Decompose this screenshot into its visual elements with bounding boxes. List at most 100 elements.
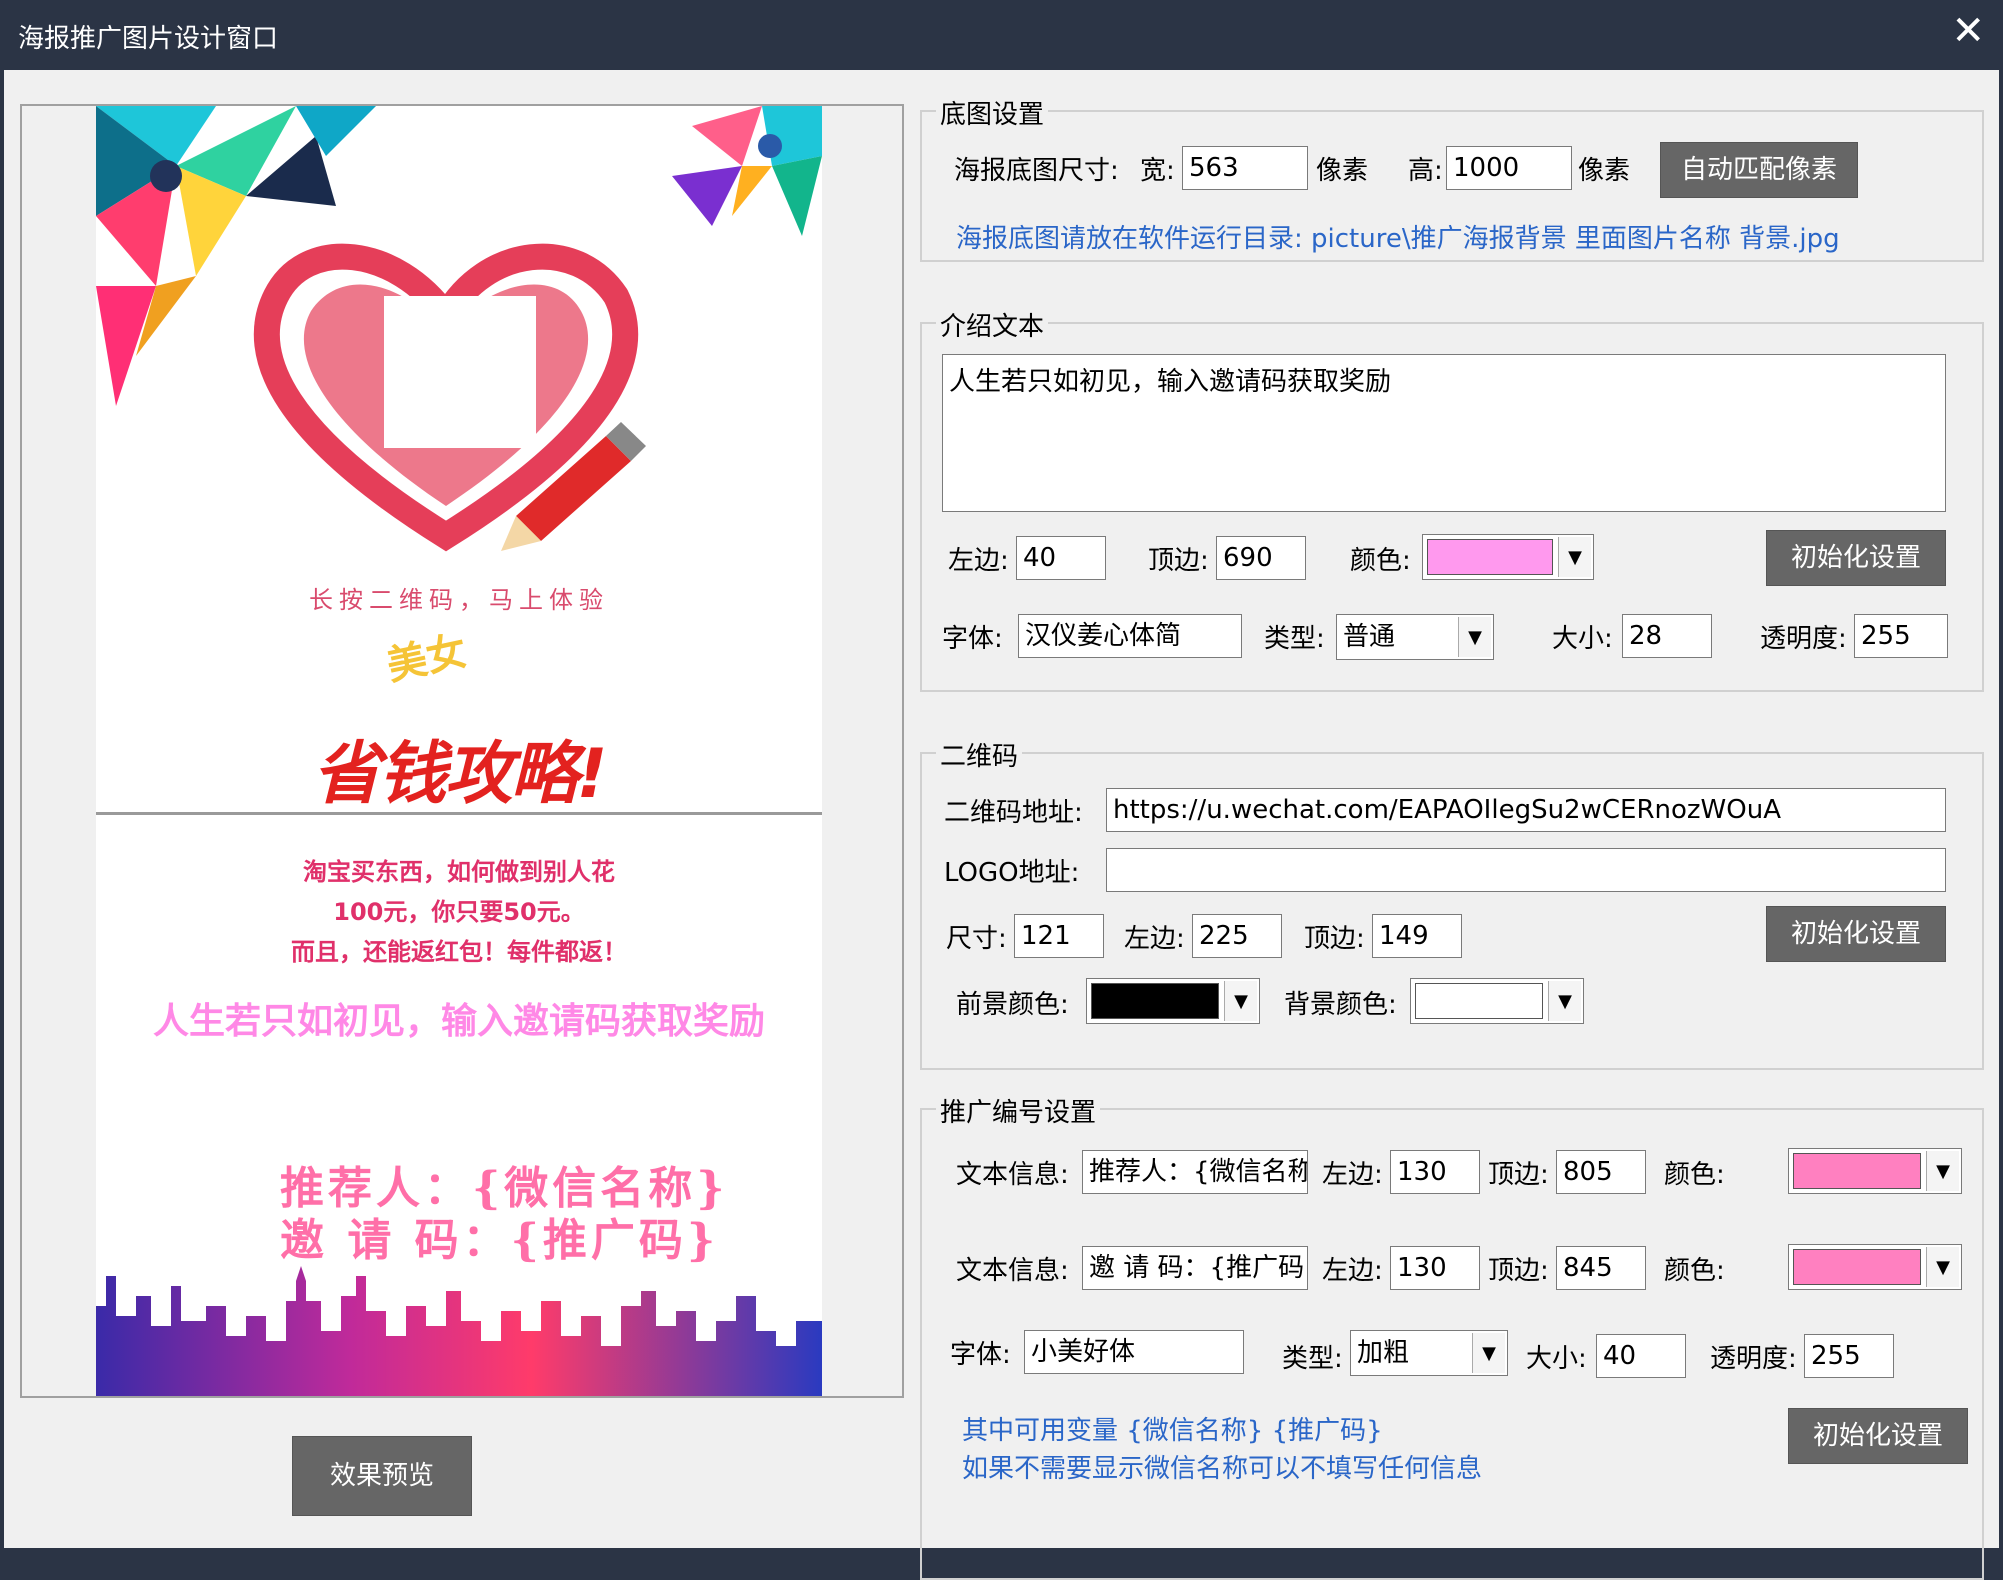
group-title: 底图设置 [936, 94, 1049, 131]
selected-type: 加粗 [1357, 1338, 1410, 1368]
top-label: 顶边: [1148, 546, 1209, 576]
top-label: 顶边: [1488, 1160, 1549, 1190]
promo-variables-hint: 其中可用变量 {微信名称} {推广码} [962, 1416, 1383, 1446]
poster-invite-code-text: 邀 请 码：{推广码} [280, 1215, 720, 1266]
promo-font-input[interactable]: 小美好体 [1024, 1330, 1244, 1374]
designer-window: 海报推广图片设计窗口 ✕ 长按二维码，马上体验 美女 省钱攻略! 淘宝买东西，如… [0, 0, 2003, 1580]
promo-optional-hint: 如果不需要显示微信名称可以不填写任何信息 [962, 1454, 1483, 1484]
text-info-label: 文本信息: [956, 1256, 1069, 1286]
left-label: 左边: [1322, 1160, 1383, 1190]
promo-text1-left-input[interactable]: 130 [1390, 1150, 1480, 1194]
logo-url-input[interactable] [1106, 848, 1946, 892]
unit-pixel-label: 像素 [1316, 156, 1369, 186]
qr-reset-button[interactable]: 初始化设置 [1766, 906, 1946, 962]
color-swatch [1415, 983, 1543, 1019]
intro-top-input[interactable]: 690 [1216, 536, 1306, 580]
poster-size-label: 海报底图尺寸: [954, 156, 1119, 186]
chevron-down-icon[interactable]: ▼ [1926, 1151, 1959, 1191]
poster-desc-line: 100元，你只要50元。 [333, 898, 585, 926]
chevron-down-icon[interactable]: ▼ [1458, 617, 1491, 657]
color-swatch [1793, 1153, 1921, 1189]
client-area: 长按二维码，马上体验 美女 省钱攻略! 淘宝买东西，如何做到别人花 100元，你… [4, 70, 1999, 1580]
top-label: 顶边: [1304, 924, 1365, 954]
promo-text1-top-input[interactable]: 805 [1556, 1150, 1646, 1194]
width-input[interactable]: 563 [1182, 146, 1308, 190]
auto-match-pixel-button[interactable]: 自动匹配像素 [1660, 142, 1858, 198]
poster-preview-frame: 长按二维码，马上体验 美女 省钱攻略! 淘宝买东西，如何做到别人花 100元，你… [20, 104, 904, 1398]
chevron-down-icon[interactable]: ▼ [1558, 537, 1591, 577]
qr-url-input[interactable]: https://u.wechat.com/EAPAOIlegSu2wCERnoz… [1106, 788, 1946, 832]
qr-top-input[interactable]: 149 [1372, 914, 1462, 958]
height-label: 高: [1408, 156, 1443, 186]
color-swatch [1427, 539, 1553, 575]
font-label: 字体: [942, 624, 1003, 654]
poster-tagline: 长按二维码，马上体验 [309, 586, 609, 614]
promo-text2-top-input[interactable]: 845 [1556, 1246, 1646, 1290]
left-label: 左边: [948, 546, 1009, 576]
group-title: 推广编号设置 [936, 1092, 1101, 1129]
intro-alpha-input[interactable]: 255 [1854, 614, 1948, 658]
background-settings-group: 底图设置 海报底图尺寸: 宽: 563 像素 高: 1000 像素 自动匹配像素… [920, 94, 1984, 262]
poster-slogan-big: 省钱攻略! [312, 735, 607, 814]
qr-left-input[interactable]: 225 [1192, 914, 1282, 958]
group-title: 介绍文本 [936, 306, 1049, 343]
city-skyline-image [96, 1266, 822, 1396]
chevron-down-icon[interactable]: ▼ [1472, 1333, 1505, 1373]
chevron-down-icon[interactable]: ▼ [1548, 981, 1581, 1021]
qr-size-input[interactable]: 121 [1014, 914, 1104, 958]
width-label: 宽: [1140, 156, 1175, 186]
unit-pixel-label: 像素 [1578, 156, 1631, 186]
poster-intro-text: 人生若只如初见，输入邀请码获取奖励 [152, 1001, 765, 1042]
qrcode-group: 二维码 二维码地址: https://u.wechat.com/EAPAOIle… [920, 736, 1984, 1070]
size-label: 大小: [1526, 1344, 1587, 1374]
background-hint-text: 海报底图请放在软件运行目录: picture\推广海报背景 里面图片名称 背景.… [956, 224, 1840, 254]
bg-color-label: 背景颜色: [1284, 990, 1397, 1020]
color-label: 颜色: [1664, 1160, 1725, 1190]
promo-text2-left-input[interactable]: 130 [1390, 1246, 1480, 1290]
poster-slogan-small: 美女 [382, 628, 471, 690]
color-swatch [1793, 1249, 1921, 1285]
intro-type-dropdown[interactable]: 普通 ▼ [1336, 614, 1494, 660]
type-label: 类型: [1264, 624, 1325, 654]
close-icon[interactable]: ✕ [1951, 8, 1985, 54]
alpha-label: 透明度: [1760, 624, 1847, 654]
qr-placeholder [384, 296, 536, 448]
promo-reset-button[interactable]: 初始化设置 [1788, 1408, 1968, 1464]
alpha-label: 透明度: [1710, 1344, 1797, 1374]
intro-font-input[interactable]: 汉仪姜心体简 [1018, 614, 1242, 658]
window-title: 海报推广图片设计窗口 [18, 24, 279, 54]
color-swatch [1091, 983, 1219, 1019]
poster-desc-line: 淘宝买东西，如何做到别人花 [303, 858, 615, 886]
poster-canvas: 长按二维码，马上体验 美女 省钱攻略! 淘宝买东西，如何做到别人花 100元，你… [96, 106, 822, 1396]
selected-type: 普通 [1343, 622, 1396, 652]
intro-size-input[interactable]: 28 [1622, 614, 1712, 658]
height-input[interactable]: 1000 [1446, 146, 1572, 190]
poster-desc-line: 而且，还能返红包！每件都返！ [291, 938, 627, 966]
logo-url-label: LOGO地址: [944, 858, 1080, 888]
intro-text-area[interactable]: 人生若只如初见，输入邀请码获取奖励 [942, 354, 1946, 512]
intro-color-dropdown[interactable]: ▼ [1422, 534, 1594, 580]
group-title: 二维码 [936, 736, 1023, 773]
promo-text2-input[interactable]: 邀 请 码：{推广码} [1082, 1246, 1308, 1290]
qr-url-label: 二维码地址: [944, 798, 1083, 828]
preview-button[interactable]: 效果预览 [292, 1436, 472, 1516]
color-label: 颜色: [1350, 546, 1411, 576]
qr-fg-color-dropdown[interactable]: ▼ [1086, 978, 1260, 1024]
promo-size-input[interactable]: 40 [1596, 1334, 1686, 1378]
poster-description: 淘宝买东西，如何做到别人花 100元，你只要50元。 而且，还能返红包！每件都返… [96, 852, 822, 972]
intro-left-input[interactable]: 40 [1016, 536, 1106, 580]
promo-text2-color-dropdown[interactable]: ▼ [1788, 1244, 1962, 1290]
chevron-down-icon[interactable]: ▼ [1224, 981, 1257, 1021]
promo-text1-color-dropdown[interactable]: ▼ [1788, 1148, 1962, 1194]
chevron-down-icon[interactable]: ▼ [1926, 1247, 1959, 1287]
fg-color-label: 前景颜色: [956, 990, 1069, 1020]
qr-bg-color-dropdown[interactable]: ▼ [1410, 978, 1584, 1024]
left-label: 左边: [1124, 924, 1185, 954]
intro-reset-button[interactable]: 初始化设置 [1766, 530, 1946, 586]
promo-alpha-input[interactable]: 255 [1804, 1334, 1894, 1378]
color-label: 颜色: [1664, 1256, 1725, 1286]
promo-type-dropdown[interactable]: 加粗 ▼ [1350, 1330, 1508, 1376]
poster-divider [96, 812, 822, 815]
text-info-label: 文本信息: [956, 1160, 1069, 1190]
promo-text1-input[interactable]: 推荐人：{微信名称} [1082, 1150, 1308, 1194]
